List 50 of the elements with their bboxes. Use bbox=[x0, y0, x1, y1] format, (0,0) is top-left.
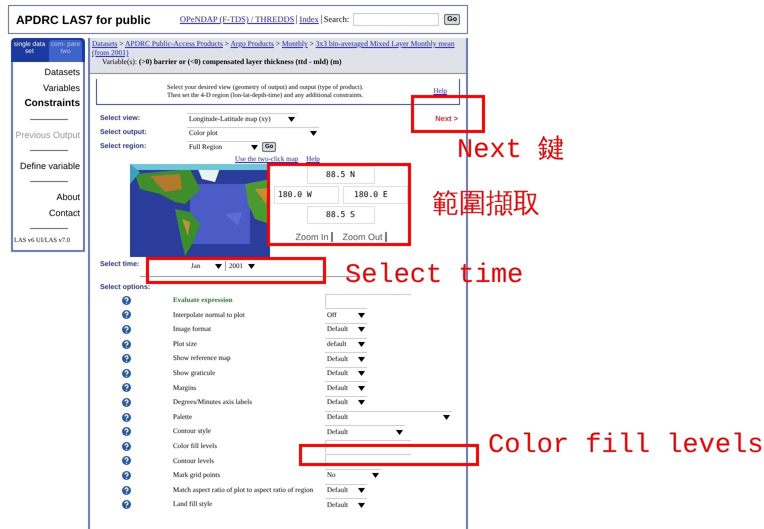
help-icon[interactable] bbox=[122, 368, 131, 378]
help-icon[interactable] bbox=[122, 486, 131, 495]
help-icon[interactable] bbox=[122, 340, 131, 349]
help-icon[interactable] bbox=[122, 442, 131, 451]
annotation-text: Color fill levels bbox=[488, 430, 764, 462]
caret-icon bbox=[358, 386, 365, 391]
help-icon[interactable] bbox=[122, 324, 131, 334]
search-label: Search: bbox=[324, 13, 350, 26]
caret-icon bbox=[251, 145, 258, 150]
header-link[interactable]: Index bbox=[299, 13, 319, 26]
sidebar-link[interactable]: About bbox=[56, 189, 80, 205]
help-icon[interactable] bbox=[122, 296, 131, 305]
help-icon[interactable] bbox=[122, 383, 131, 392]
sidebar-link[interactable]: Constraints bbox=[24, 96, 80, 112]
caret-icon bbox=[358, 356, 365, 362]
caret-icon bbox=[358, 400, 365, 406]
caret-icon bbox=[248, 264, 255, 268]
caret-icon bbox=[443, 415, 450, 420]
sidebar-link[interactable]: Variables bbox=[43, 80, 80, 96]
sidebar-link[interactable]: Datasets bbox=[44, 64, 80, 80]
help-icon[interactable] bbox=[122, 354, 131, 364]
search-field[interactable] bbox=[353, 13, 440, 26]
help-icon[interactable] bbox=[122, 427, 131, 436]
sidebar-link[interactable]: Contact bbox=[48, 205, 80, 221]
caret-icon bbox=[358, 502, 365, 508]
sidebar-link[interactable]: Define variable bbox=[20, 158, 80, 174]
caret-icon bbox=[358, 312, 365, 318]
caret-icon bbox=[358, 327, 365, 332]
caret-icon bbox=[310, 131, 317, 136]
caret-icon bbox=[396, 430, 403, 435]
caret-icon bbox=[358, 488, 365, 494]
header-link[interactable]: OPeNDAP (F-TDS) / THREDDS bbox=[180, 13, 294, 26]
help-icon[interactable] bbox=[122, 500, 131, 510]
caret-icon bbox=[215, 264, 222, 268]
caret-icon bbox=[358, 371, 365, 376]
help-icon[interactable] bbox=[122, 456, 131, 466]
help-icon[interactable] bbox=[122, 470, 131, 480]
caret-icon bbox=[358, 342, 365, 348]
caret-icon bbox=[288, 117, 295, 122]
east-field[interactable]: 180.0 E bbox=[343, 186, 408, 204]
west-field[interactable]: 180.0 W bbox=[274, 186, 339, 204]
site-title: APDRC LAS7 for public bbox=[16, 12, 152, 28]
zoom-button[interactable]: Zoom Out bbox=[342, 232, 387, 242]
zoom-button[interactable]: Zoom In bbox=[295, 232, 332, 242]
help-icon[interactable] bbox=[122, 412, 131, 422]
caret-icon bbox=[372, 473, 379, 478]
north-field[interactable]: 88.5 N bbox=[307, 166, 375, 184]
south-field[interactable]: 88.5 S bbox=[307, 206, 375, 224]
help-icon[interactable] bbox=[122, 398, 131, 407]
help-icon[interactable] bbox=[122, 310, 131, 320]
